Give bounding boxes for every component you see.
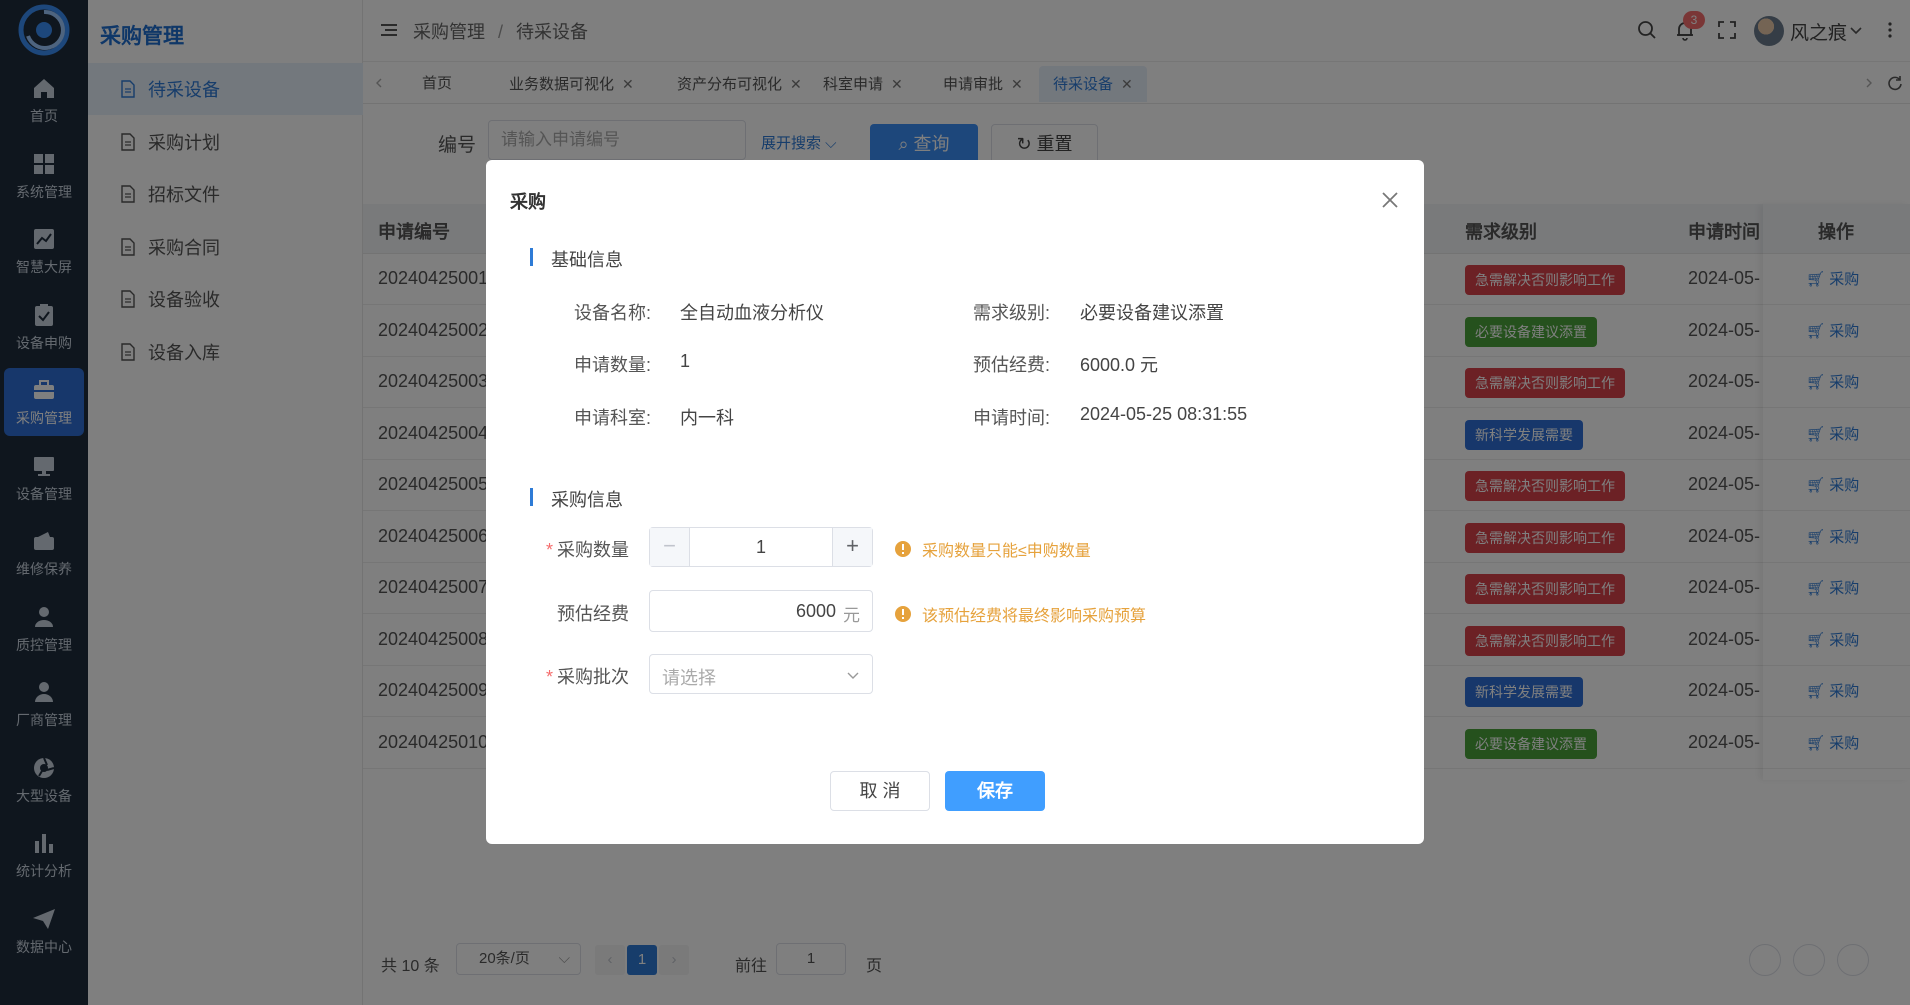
chevron-down-icon [847, 672, 859, 679]
app-root: 首页系统管理智慧大屏设备申购采购管理设备管理维修保养质控管理厂商管理大型设备统计… [0, 0, 1910, 1005]
required-mark: * [546, 667, 554, 687]
purchase-qty-label: * 采购数量 [546, 536, 629, 562]
basic-info-title: 基础信息 [551, 250, 623, 270]
purchase-qty-label-text: 采购数量 [557, 540, 630, 560]
cancel-button[interactable]: 取 消 [830, 771, 930, 811]
purchase-qty-hint-text: 采购数量只能≤申购数量 [922, 543, 1091, 560]
batch-label: * 采购批次 [546, 663, 629, 689]
purchase-qty-hint: 采购数量只能≤申购数量 [894, 537, 1091, 561]
estimate-hint: 该预估经费将最终影响采购预算 [894, 602, 1146, 626]
dialog-title: 采购 [510, 192, 546, 212]
level-value: 必要设备建议添置 [1080, 303, 1224, 323]
department-label: 申请科室: [574, 408, 652, 428]
section-marker [530, 248, 533, 266]
estimate-value: 6000 [795, 601, 836, 621]
purchase-info-title: 采购信息 [551, 490, 623, 510]
device-name-value: 全自动血液分析仪 [680, 303, 824, 323]
batch-select-placeholder: 请选择 [662, 668, 716, 688]
batch-select[interactable]: 请选择 [649, 654, 873, 694]
batch-label-text: 采购批次 [557, 667, 630, 687]
warning-icon [895, 541, 911, 557]
apply-qty-value: 1 [680, 351, 691, 371]
budget-label: 预估经费: [973, 355, 1051, 375]
apply-time-value: 2024-05-25 08:31:55 [1080, 404, 1248, 424]
increment-button[interactable]: + [832, 528, 872, 566]
decrement-button[interactable]: − [650, 528, 690, 566]
budget-value: 6000.0 元 [1080, 355, 1159, 375]
device-name-label: 设备名称: [574, 303, 652, 323]
required-mark: * [546, 540, 554, 560]
section-marker [530, 488, 533, 506]
apply-qty-label: 申请数量: [574, 355, 652, 375]
warning-icon [895, 606, 911, 622]
estimate-input[interactable]: 6000 元 [649, 590, 873, 632]
purchase-dialog: 采购 基础信息 设备名称: 全自动血液分析仪 需求级别: 必要设备建议添置 申请… [486, 160, 1424, 844]
estimate-unit: 元 [843, 606, 860, 625]
department-value: 内一科 [680, 408, 734, 428]
purchase-qty-input[interactable]: 1 [690, 528, 832, 566]
close-icon[interactable] [1378, 188, 1402, 212]
purchase-qty-stepper: − 1 + [649, 527, 873, 567]
save-button[interactable]: 保存 [945, 771, 1045, 811]
estimate-hint-text: 该预估经费将最终影响采购预算 [922, 608, 1147, 625]
apply-time-label: 申请时间: [973, 408, 1051, 428]
level-label: 需求级别: [973, 303, 1051, 323]
estimate-label: 预估经费 [557, 604, 629, 624]
